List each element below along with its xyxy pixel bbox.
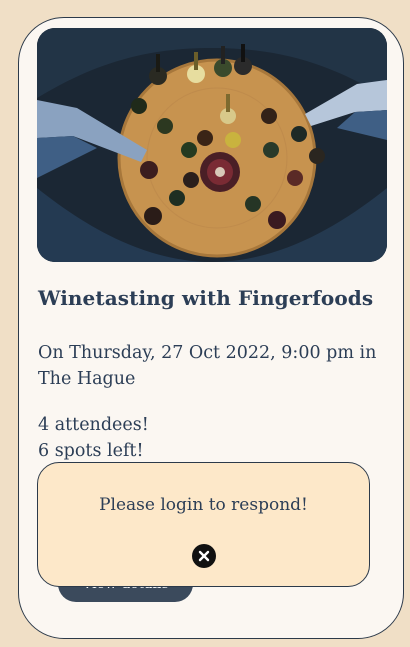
event-date-location: On Thursday, 27 Oct 2022, 9:00 pm in The… (38, 343, 377, 389)
login-message: Please login to respond! (99, 495, 308, 515)
event-counts: 4 attendees! 6 spots left! (38, 412, 378, 464)
event-photo (37, 28, 387, 262)
spots-left: 6 spots left! (38, 441, 144, 461)
close-button[interactable] (192, 544, 216, 568)
login-modal: Please login to respond! (37, 462, 370, 587)
event-title: Winetasting with Fingerfoods (38, 286, 374, 310)
close-icon (198, 550, 210, 562)
attendee-count: 4 attendees! (38, 415, 149, 435)
